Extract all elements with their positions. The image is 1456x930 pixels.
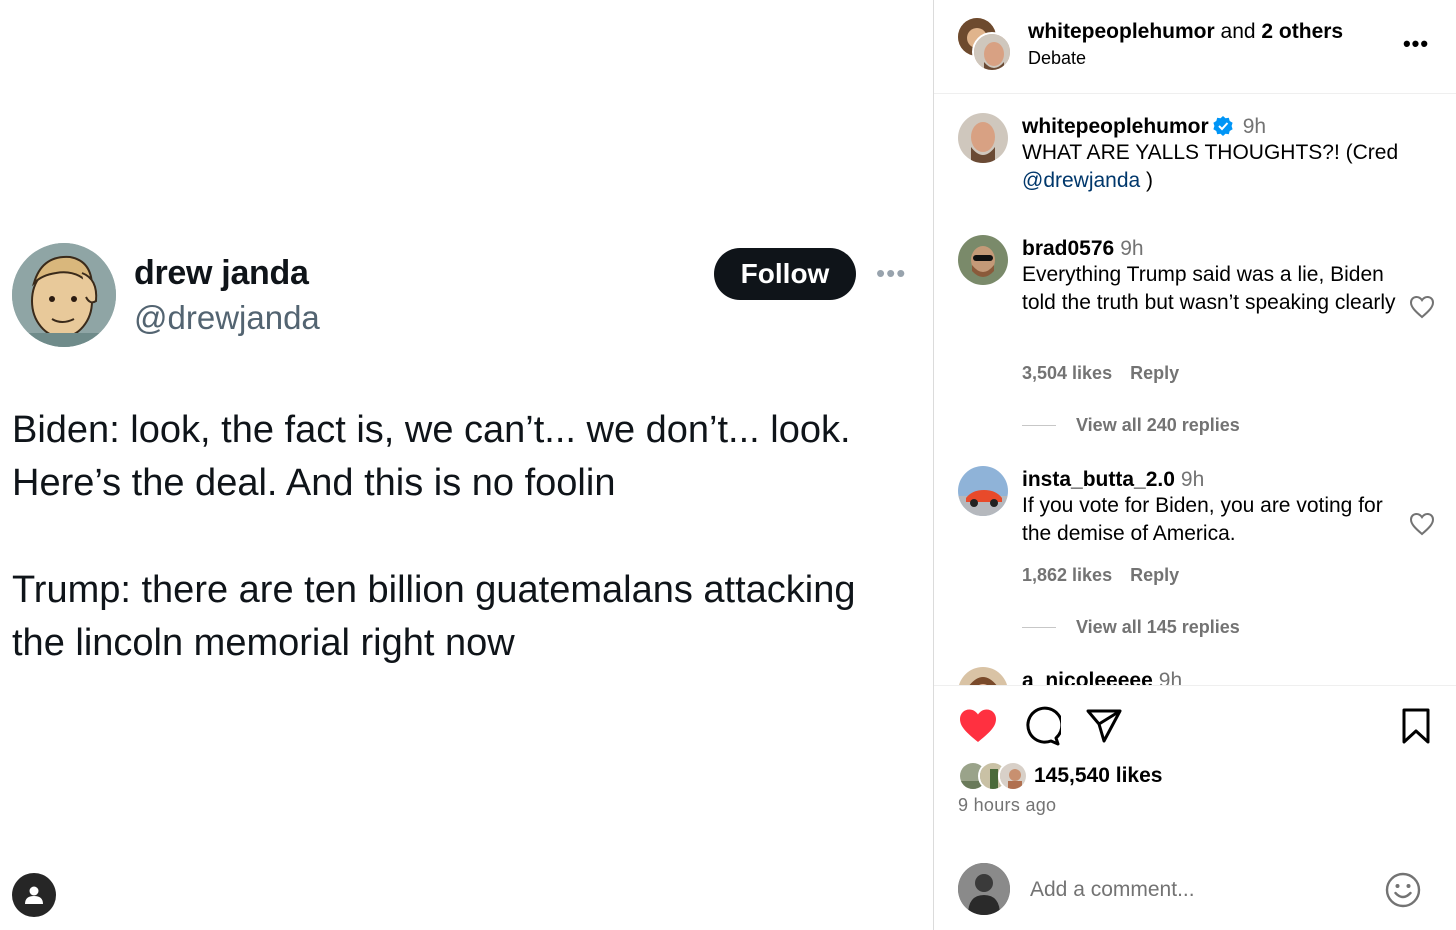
reply-button[interactable]: Reply (1130, 363, 1179, 383)
post-side-panel: whitepeoplehumor and 2 others Debate •••… (934, 0, 1456, 930)
reply-button[interactable]: Reply (1130, 565, 1179, 585)
comment-icon[interactable] (1021, 706, 1061, 746)
verified-badge-icon (1213, 116, 1233, 136)
tweet-text-paragraph-1: Biden: look, the fact is, we can’t... we… (12, 409, 851, 504)
tweet-author-handle[interactable]: @drewjanda (134, 299, 320, 337)
add-comment-bar (934, 849, 1456, 930)
comment-username[interactable]: brad0576 (1022, 237, 1114, 260)
caption-end: ) (1140, 169, 1154, 192)
view-replies-button[interactable]: View all 240 replies (1022, 415, 1240, 436)
tweet-more-icon[interactable]: ••• (876, 258, 912, 288)
user-icon[interactable] (12, 873, 56, 917)
emoji-icon[interactable] (1384, 871, 1422, 909)
avatar[interactable] (958, 113, 1008, 163)
avatar (998, 761, 1028, 791)
comment-meta: 1,862 likes Reply (1022, 565, 1197, 586)
comment-text: If you vote for Biden, you are voting fo… (1022, 494, 1383, 545)
avatar (972, 32, 1012, 72)
caption-body: WHAT ARE YALLS THOUGHTS?! (Cred (1022, 141, 1399, 164)
heart-filled-icon[interactable] (958, 706, 998, 746)
replies-line (1022, 627, 1056, 628)
comment-username[interactable]: a_nicoleeeee (1022, 669, 1153, 685)
post-header-title[interactable]: whitepeoplehumor and 2 others (1028, 20, 1343, 44)
post-actions: 145,540 likes 9 hours ago (934, 685, 1456, 930)
comment-likes[interactable]: 1,862 likes (1022, 565, 1112, 585)
post-header: whitepeoplehumor and 2 others Debate ••• (934, 0, 1456, 94)
comment-time: 9h (1120, 237, 1144, 260)
comments-list[interactable]: whitepeoplehumor 9h WHAT ARE YALLS THOUGH… (934, 95, 1456, 685)
comment: brad0576 9h Everything Trump said was a l… (1022, 237, 1402, 317)
others-link[interactable]: 2 others (1261, 20, 1343, 43)
heart-outline-icon[interactable] (1409, 295, 1435, 319)
tweet-author-name[interactable]: drew janda (134, 254, 309, 293)
likes-summary[interactable]: 145,540 likes (958, 759, 1162, 793)
collab-avatars[interactable] (958, 18, 1014, 74)
share-icon[interactable] (1084, 706, 1124, 746)
caption-username[interactable]: whitepeoplehumor (1022, 115, 1209, 138)
comment-input[interactable] (1030, 873, 1360, 907)
likes-count[interactable]: 145,540 likes (1034, 764, 1162, 788)
caption-text: WHAT ARE YALLS THOUGHTS?! (Cred @drewjan… (1022, 139, 1432, 195)
view-replies-label: View all 240 replies (1076, 415, 1240, 435)
post-author[interactable]: whitepeoplehumor (1028, 20, 1215, 43)
caption-time: 9h (1242, 115, 1267, 138)
mention-link[interactable]: @drewjanda (1022, 169, 1140, 192)
comment: insta_butta_2.0 9h If you vote for Biden,… (1022, 468, 1402, 548)
replies-line (1022, 425, 1056, 426)
comment-time: 9h (1180, 468, 1205, 491)
avatar[interactable] (958, 667, 1008, 685)
tweet-avatar (12, 243, 116, 347)
and-text: and (1214, 20, 1262, 43)
more-icon[interactable]: ••• (1402, 30, 1430, 58)
avatar[interactable] (958, 466, 1008, 516)
avatar[interactable] (958, 235, 1008, 285)
comment: a_nicoleeeee 9h (1022, 669, 1182, 685)
caption: whitepeoplehumor 9h WHAT ARE YALLS THOUGH… (1022, 115, 1432, 195)
follow-button[interactable]: Follow (714, 248, 856, 300)
comment-username[interactable]: insta_butta_2.0 (1022, 468, 1175, 491)
comment-likes[interactable]: 3,504 likes (1022, 363, 1112, 383)
bookmark-icon[interactable] (1396, 706, 1436, 746)
comment-text: Everything Trump said was a lie, Biden t… (1022, 263, 1396, 314)
view-replies-button[interactable]: View all 145 replies (1022, 617, 1240, 638)
tweet-text-paragraph-2: Trump: there are ten billion guatemalans… (12, 569, 856, 664)
post-subtitle: Debate (1028, 48, 1087, 68)
comment-time: 9h (1158, 669, 1183, 685)
post-time: 9 hours ago (958, 795, 1057, 815)
heart-outline-icon[interactable] (1409, 512, 1435, 536)
comment-meta: 3,504 likes Reply (1022, 363, 1197, 384)
post-media[interactable]: drew janda @drewjanda Follow ••• Biden: … (0, 0, 933, 930)
avatar (958, 863, 1010, 915)
view-replies-label: View all 145 replies (1076, 617, 1240, 637)
